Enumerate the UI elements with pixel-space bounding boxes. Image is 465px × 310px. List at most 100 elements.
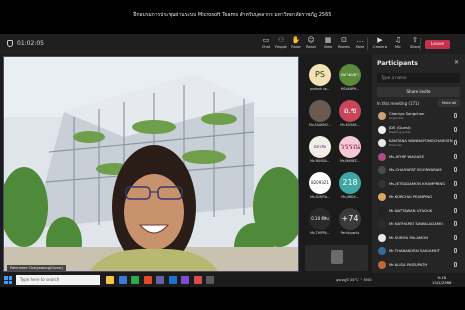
taskbar-app-icon[interactable] bbox=[168, 276, 177, 284]
windows-taskbar: Type here to search อุณหภูมิ 34°C ⌃ ENG … bbox=[0, 273, 465, 287]
participant-list-name: Mr.KORCHAI PEANPING bbox=[389, 194, 433, 199]
participant-tile[interactable]: ตลาดมหา MSVANPH... bbox=[337, 62, 363, 94]
participant-avatar: 8209321 bbox=[309, 172, 331, 194]
participant-list-avatar bbox=[378, 206, 386, 215]
participant-list-role: External bbox=[389, 143, 402, 147]
participant-avatar bbox=[309, 100, 331, 122]
mic-muted-icon bbox=[454, 180, 457, 186]
mic-muted-icon bbox=[454, 113, 457, 118]
participant-list-avatar bbox=[378, 125, 386, 134]
toolbar-react-button[interactable]: ☺ React bbox=[303, 36, 319, 52]
teams-meeting-screen: ฝึกอบรมการประชุมผ่านระบบ Microsoft Teams… bbox=[0, 0, 465, 310]
windows-start-icon[interactable] bbox=[4, 276, 12, 284]
taskbar-app-icon[interactable] bbox=[106, 276, 114, 284]
participant-tile[interactable]: วรรณ Ms.MANEE... bbox=[337, 134, 363, 166]
toolbar-people-button[interactable]: ⚇ People bbox=[273, 36, 289, 52]
toolbar-label: Camera bbox=[373, 45, 387, 49]
participant-list-role: Organizer bbox=[389, 116, 404, 120]
participant-list-item[interactable]: Mr.KORCHAI PEANPING bbox=[376, 191, 462, 204]
participant-tile[interactable]: PS protech se... bbox=[307, 62, 333, 94]
participant-list-item[interactable]: JDS (Guest) Meeting guest bbox=[376, 124, 462, 137]
participant-tile-name: MSVANPH... bbox=[340, 87, 360, 91]
participant-tile[interactable]: Ms.SAAKNO... bbox=[307, 98, 333, 130]
participant-avatar: 218 bbox=[339, 172, 361, 194]
taskbar-search-input[interactable]: Type here to search bbox=[16, 275, 100, 285]
taskbar-app-icon[interactable] bbox=[181, 276, 189, 284]
taskbar-app-icon[interactable] bbox=[156, 276, 164, 284]
participant-list-item[interactable]: Ms.JETSADAMON KHAMPRING bbox=[376, 178, 462, 191]
participant-list-item[interactable]: Chaniya Sangchan Organizer bbox=[376, 110, 462, 123]
toolbar-raise-button[interactable]: ✋ Raise bbox=[288, 36, 304, 52]
taskbar-app-icon[interactable] bbox=[143, 276, 152, 284]
react-icon: ☺ bbox=[307, 36, 315, 44]
participant-list-avatar bbox=[378, 139, 386, 147]
participant-tile[interactable]: 0.10 ยี่สิบ Ms.THIPPA... bbox=[307, 206, 333, 238]
participant-tile[interactable]: อ.ซ Ms.KOSAK... bbox=[337, 98, 363, 130]
participant-list-avatar bbox=[378, 233, 386, 242]
toolbar-camera-button[interactable]: ▶ Camera bbox=[372, 36, 388, 52]
share-invite-button[interactable]: Share invite bbox=[377, 87, 460, 97]
toolbar-label: People bbox=[275, 45, 287, 49]
participant-list-avatar bbox=[378, 220, 386, 228]
participant-list-item[interactable]: Ms.CHAIYAPAT BOONYARAM bbox=[376, 164, 462, 177]
mic-muted-icon bbox=[454, 207, 457, 213]
participant-avatar: +74 bbox=[339, 208, 361, 230]
self-view-avatar bbox=[331, 250, 343, 264]
participant-list-item[interactable]: Ms.ATHIP WAGASE bbox=[376, 151, 462, 164]
participant-tile[interactable]: 218 Ms.JINDA... bbox=[337, 170, 363, 202]
toolbar-label: View bbox=[323, 45, 333, 49]
participant-list-item[interactable]: Mr.SURIYA PALAMON bbox=[376, 232, 462, 245]
participant-tile-name: Ms.JINDA... bbox=[341, 195, 359, 199]
taskbar-app-icon[interactable] bbox=[193, 276, 202, 284]
participant-list-avatar bbox=[378, 260, 386, 269]
participant-tile-name: Ms.MANEE... bbox=[340, 159, 360, 163]
close-icon[interactable]: ✕ bbox=[454, 59, 459, 66]
participant-list-name: Mr.THANAKORN SAIGAMUT bbox=[389, 248, 440, 253]
participant-search-input[interactable]: Type a name bbox=[377, 73, 460, 83]
participant-list-item[interactable]: Mr.THANAKORN SAIGAMUT bbox=[376, 245, 462, 258]
toolbar-chat-button[interactable]: ▭ Chat bbox=[258, 36, 274, 52]
self-view-tile[interactable] bbox=[305, 245, 368, 271]
taskbar-app-icon[interactable] bbox=[131, 276, 139, 284]
taskbar-clock[interactable]: 9:18 15/2/2566 bbox=[432, 275, 451, 285]
mute-all-button[interactable]: Mute all bbox=[438, 99, 460, 107]
participant-list-name: Ms.CHAIYAPAT BOONYARAM bbox=[389, 167, 442, 172]
participant-avatar: อ.ซ bbox=[339, 100, 361, 122]
shield-icon bbox=[7, 40, 13, 47]
participant-list-item[interactable]: KANTANA WANNAPONGCHAROEN External bbox=[376, 137, 462, 150]
participant-tile-name: Ms.SURIYA... bbox=[310, 195, 330, 199]
raise-hand-icon: ✋ bbox=[291, 36, 301, 44]
toolbar-view-button[interactable]: ▦ View bbox=[320, 36, 336, 52]
in-meeting-count[interactable]: In this meeting (171) bbox=[377, 101, 419, 106]
participant-tile[interactable]: ฉัตรชัย Ms.YANISA... bbox=[307, 134, 333, 166]
main-video: Patcharee Chaiyawong(Guest) bbox=[3, 56, 299, 272]
mic-muted-icon bbox=[454, 140, 457, 145]
taskbar-app-icon[interactable] bbox=[206, 276, 214, 284]
participant-tile[interactable]: 8209321 Ms.SURIYA... bbox=[307, 170, 333, 202]
toolbar-label: Rooms bbox=[338, 45, 350, 49]
participant-list-name: Mr.SURIYA PALAMON bbox=[389, 234, 429, 240]
people-icon: ⚇ bbox=[277, 36, 285, 44]
panel-title: Participants bbox=[377, 60, 418, 67]
taskbar-app-icon[interactable] bbox=[118, 276, 127, 284]
more-icon: … bbox=[356, 36, 364, 44]
system-tray[interactable]: อุณหภูมิ 34°C ⌃ ENG bbox=[336, 277, 372, 283]
participant-list-item[interactable]: Mr.ALISA PAISUPATH bbox=[376, 259, 462, 272]
participant-avatar: ตลาดมหา bbox=[339, 64, 361, 86]
window-titlebar: ฝึกอบรมการประชุมผ่านระบบ Microsoft Teams… bbox=[0, 0, 465, 34]
participant-tile-name: Ms.SAAKNO... bbox=[309, 123, 331, 127]
participant-tile[interactable]: +74 Participants bbox=[337, 206, 363, 238]
participant-list-item[interactable]: Mr.NATHAPAT SAWALAGAMO bbox=[376, 218, 462, 231]
participant-list-avatar bbox=[378, 166, 386, 174]
participant-tile-name: protech se... bbox=[310, 87, 330, 91]
toolbar-more-button[interactable]: … More bbox=[352, 36, 368, 52]
toolbar-mic-button[interactable]: ♫ Mic bbox=[390, 36, 406, 52]
participant-list-item[interactable]: Mr.NATTAWAN UTAGUK bbox=[376, 205, 462, 218]
participant-list-avatar bbox=[378, 112, 386, 120]
meeting-toolbar: 01:02:05 ▭ Chat ⚇ People ✋ Raise ☺ React ▦ View ⊡ R… bbox=[0, 34, 465, 54]
toolbar-divider bbox=[420, 38, 421, 50]
participant-list-name: Mr.ALISA PAISUPATH bbox=[389, 261, 428, 267]
participant-avatar: PS bbox=[309, 64, 331, 86]
toolbar-rooms-button[interactable]: ⊡ Rooms bbox=[336, 36, 352, 52]
leave-button[interactable]: Leave bbox=[425, 40, 450, 49]
